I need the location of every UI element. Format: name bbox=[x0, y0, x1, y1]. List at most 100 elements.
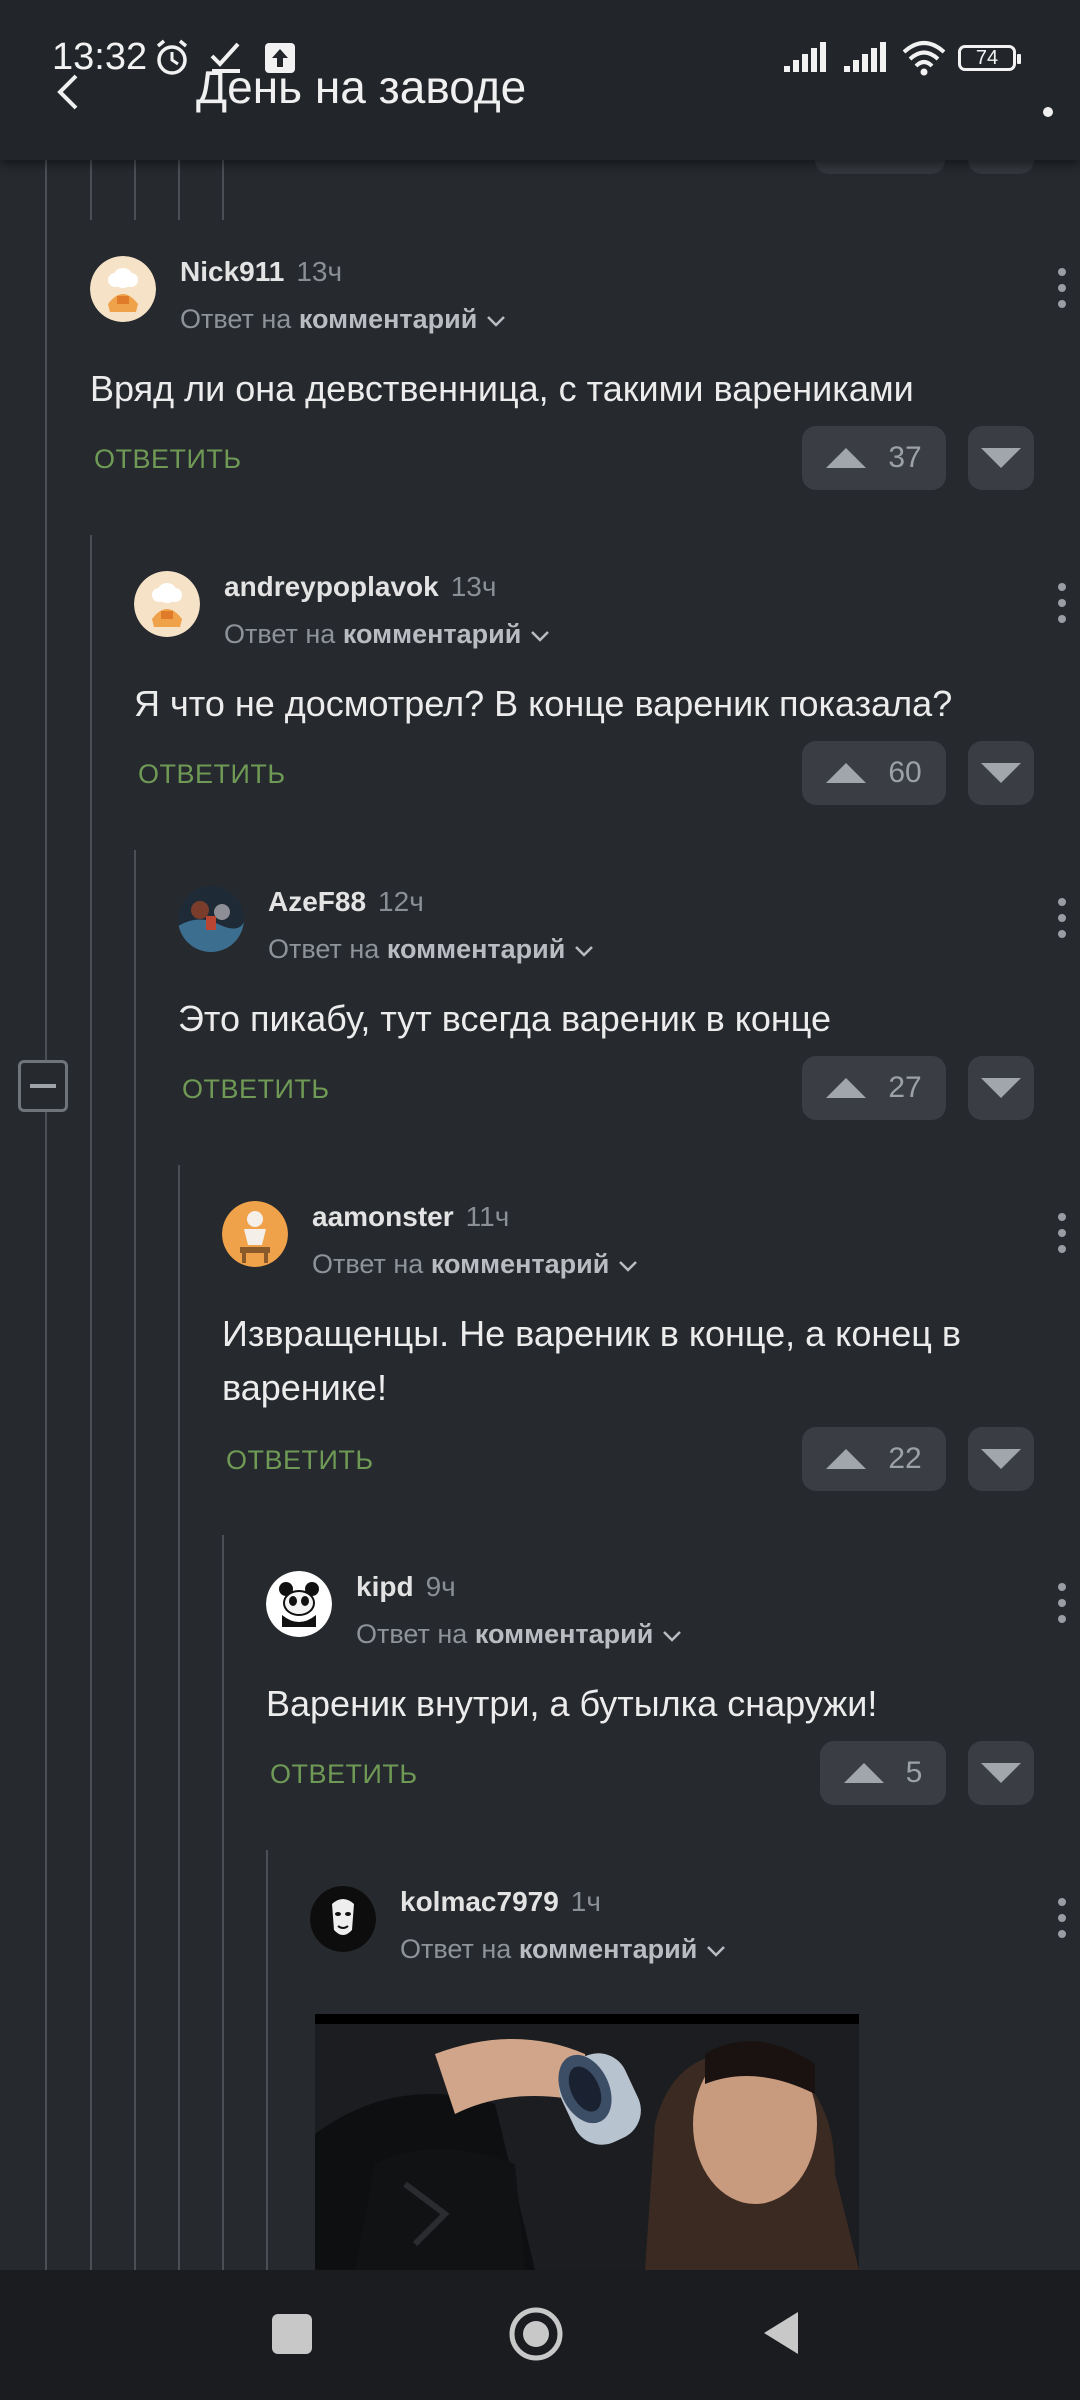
chevron-down-icon bbox=[618, 1261, 637, 1272]
thread-line bbox=[222, 160, 224, 220]
reply-to-link[interactable]: Ответ на комментарий bbox=[312, 1249, 639, 1280]
vote-count: 60 bbox=[888, 756, 922, 789]
comment-text: Извращенцы. Не вареник в конце, а конец … bbox=[222, 1313, 961, 1408]
chevron-down-icon bbox=[530, 631, 549, 642]
downvote-icon bbox=[981, 448, 1021, 468]
comment-time: 13ч bbox=[296, 256, 343, 287]
comment-text: Я что не досмотрел? В конце вареник пока… bbox=[134, 683, 953, 724]
statue-avatar-icon bbox=[222, 1201, 288, 1267]
reply-to-link[interactable]: Ответ на комментарий bbox=[224, 619, 551, 650]
downvote-icon bbox=[981, 1763, 1021, 1783]
comment-time: 1ч bbox=[570, 1886, 601, 1917]
downvote-button[interactable] bbox=[968, 1741, 1034, 1805]
upvote-icon bbox=[826, 763, 867, 783]
comment-menu-icon[interactable] bbox=[1054, 266, 1070, 310]
home-button-icon[interactable] bbox=[508, 2306, 564, 2362]
signal-icon bbox=[784, 42, 826, 72]
comment-time: 9ч bbox=[425, 1571, 456, 1602]
photo-avatar-icon bbox=[178, 886, 244, 952]
collapse-thread-button[interactable] bbox=[18, 1060, 68, 1112]
panda-avatar-icon bbox=[266, 1571, 332, 1637]
reply-button[interactable]: ОТВЕТИТЬ bbox=[270, 1759, 418, 1790]
reply-button[interactable]: ОТВЕТИТЬ bbox=[226, 1445, 374, 1476]
reply-to-link[interactable]: Ответ на комментарий bbox=[400, 1934, 727, 1965]
mask-avatar-icon bbox=[310, 1886, 376, 1952]
downvote-button[interactable] bbox=[968, 1427, 1034, 1491]
vote-count: 22 bbox=[888, 1442, 922, 1475]
chevron-down-icon bbox=[574, 946, 593, 957]
reply-to-link[interactable]: Ответ на комментарий bbox=[180, 304, 507, 335]
comment-author[interactable]: Nick911 13ч bbox=[180, 256, 342, 288]
avatar[interactable] bbox=[222, 1201, 288, 1267]
upvote-button[interactable]: 60 bbox=[802, 741, 946, 805]
comment: aamonster 11ч Ответ на комментарий Извращ… bbox=[222, 1201, 1080, 1501]
downvote-button[interactable] bbox=[968, 426, 1034, 490]
avatar[interactable] bbox=[178, 886, 244, 952]
downvote-button[interactable] bbox=[968, 741, 1034, 805]
comment-author[interactable]: aamonster 11ч bbox=[312, 1201, 509, 1233]
status-icons-right: 74 bbox=[782, 40, 1021, 76]
thread-line bbox=[178, 1165, 180, 2270]
status-bar: 13:32 74 bbox=[0, 0, 1080, 120]
check-icon bbox=[210, 42, 240, 73]
back-triangle-icon[interactable] bbox=[760, 2308, 800, 2358]
comment-time: 12ч bbox=[378, 886, 424, 917]
vote-count: 27 bbox=[888, 1071, 922, 1104]
comment-menu-icon[interactable] bbox=[1054, 1211, 1070, 1255]
alarm-icon bbox=[156, 39, 188, 75]
downvote-button[interactable] bbox=[968, 1056, 1034, 1120]
status-time: 13:32 bbox=[52, 36, 148, 78]
comment-time: 11ч bbox=[465, 1201, 510, 1232]
upvote-icon bbox=[843, 1763, 884, 1783]
comment-time: 13ч bbox=[450, 571, 497, 602]
comment: kolmac7979 1ч Ответ на комментарий bbox=[310, 1886, 1080, 2006]
upvote-button[interactable]: 22 bbox=[802, 1427, 946, 1491]
avatar[interactable] bbox=[310, 1886, 376, 1952]
reply-button[interactable]: ОТВЕТИТЬ bbox=[94, 444, 242, 475]
reply-to-link[interactable]: Ответ на комментарий bbox=[268, 934, 595, 965]
avatar[interactable] bbox=[134, 571, 200, 637]
comment-author[interactable]: andreypoplavok 13ч bbox=[224, 571, 496, 603]
comment: AzeF88 12ч Ответ на комментарий Это пикаб… bbox=[178, 886, 1080, 1126]
upvote-button[interactable]: 37 bbox=[802, 426, 946, 490]
comment: kipd 9ч Ответ на комментарий Вареник внут… bbox=[266, 1571, 1080, 1811]
comment-author[interactable]: AzeF88 12ч bbox=[268, 886, 424, 918]
upvote-icon bbox=[826, 1078, 867, 1098]
man-drinking-image bbox=[315, 2014, 859, 2270]
comment-menu-icon[interactable] bbox=[1054, 896, 1070, 940]
upload-icon bbox=[265, 43, 295, 73]
minus-icon bbox=[30, 1084, 56, 1088]
thread-line bbox=[45, 160, 47, 2270]
reply-to-link[interactable]: Ответ на комментарий bbox=[356, 1619, 683, 1650]
comment-menu-icon[interactable] bbox=[1054, 1896, 1070, 1940]
downvote-icon bbox=[981, 763, 1021, 783]
upvote-icon bbox=[826, 448, 867, 468]
upvote-button[interactable]: 27 bbox=[802, 1056, 946, 1120]
chevron-down-icon bbox=[706, 1946, 725, 1957]
reply-button[interactable]: ОТВЕТИТЬ bbox=[138, 759, 286, 790]
avatar[interactable] bbox=[266, 1571, 332, 1637]
thread-line bbox=[266, 1850, 268, 2270]
comment-menu-icon[interactable] bbox=[1054, 581, 1070, 625]
recent-apps-button[interactable] bbox=[272, 2314, 312, 2354]
comment-author[interactable]: kolmac7979 1ч bbox=[400, 1886, 601, 1918]
chef-avatar-icon bbox=[90, 256, 156, 322]
thread-line bbox=[178, 160, 180, 220]
comment: Nick911 13ч Ответ на комментарий Вряд ли … bbox=[90, 256, 1080, 496]
comment-image[interactable] bbox=[315, 2014, 859, 2270]
chef-avatar-icon bbox=[134, 571, 200, 637]
system-nav-bar bbox=[0, 2270, 1080, 2400]
chevron-down-icon bbox=[486, 316, 505, 327]
wifi-icon bbox=[902, 41, 946, 76]
upvote-icon bbox=[826, 1449, 867, 1469]
comment-text: Вряд ли она девственница, с такими варен… bbox=[90, 368, 914, 409]
reply-button[interactable]: ОТВЕТИТЬ bbox=[182, 1074, 330, 1105]
comment-menu-icon[interactable] bbox=[1054, 1581, 1070, 1625]
thread-line bbox=[134, 160, 136, 220]
comment-author[interactable]: kipd 9ч bbox=[356, 1571, 456, 1603]
upvote-button[interactable]: 5 bbox=[820, 1741, 946, 1805]
vote-count: 37 bbox=[888, 441, 922, 474]
signal-icon-2 bbox=[844, 42, 886, 72]
downvote-icon bbox=[981, 1449, 1021, 1469]
avatar[interactable] bbox=[90, 256, 156, 322]
